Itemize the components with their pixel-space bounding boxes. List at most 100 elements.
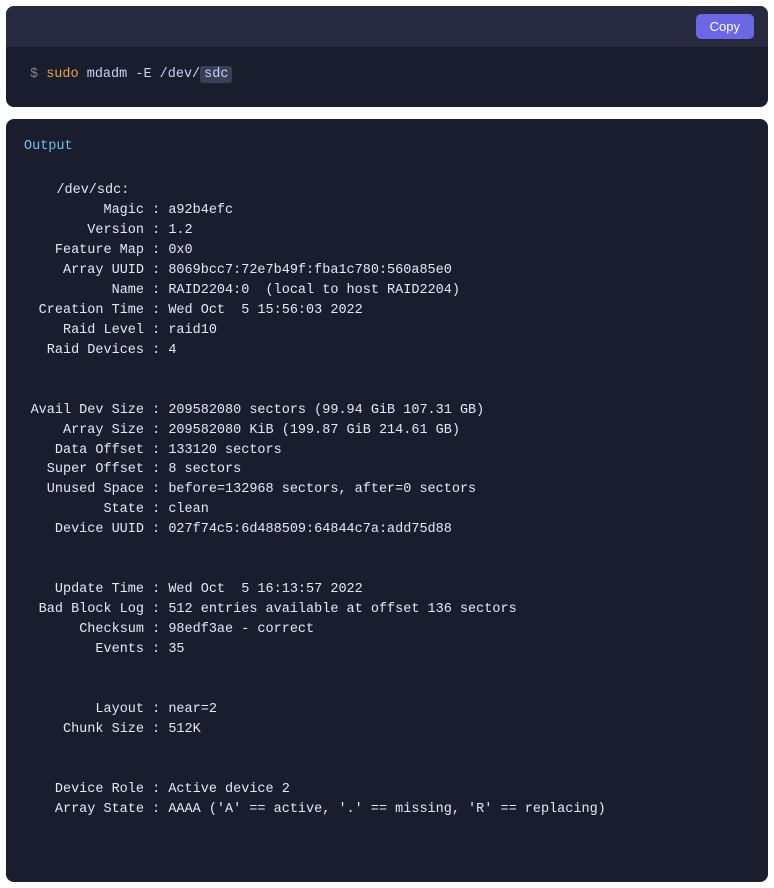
output-line: Events : 35 — [24, 640, 750, 660]
output-value: 133120 sectors — [168, 443, 281, 458]
command-flag: -E — [135, 67, 151, 82]
output-value: 512K — [168, 722, 200, 737]
output-group-1: Magic : a92b4efcVersion : 1.2Feature Map… — [24, 201, 750, 361]
output-key: Creation Time — [24, 301, 144, 321]
output-line: Creation Time : Wed Oct 5 15:56:03 2022 — [24, 301, 750, 321]
output-sep: : — [144, 802, 168, 817]
output-value: 209582080 KiB (199.87 GiB 214.61 GB) — [168, 423, 460, 438]
output-value: a92b4efc — [168, 203, 233, 218]
output-line: Name : RAID2204:0 (local to host RAID220… — [24, 281, 750, 301]
output-key: Device UUID — [24, 520, 144, 540]
output-sep: : — [144, 263, 168, 278]
output-value: 209582080 sectors (99.94 GiB 107.31 GB) — [168, 403, 484, 418]
output-value: 027f74c5:6d488509:64844c7a:add75d88 — [168, 522, 452, 537]
command-sudo: sudo — [46, 67, 78, 82]
output-key: Unused Space — [24, 480, 144, 500]
output-key: Version — [24, 221, 144, 241]
output-sep: : — [144, 283, 168, 298]
output-key: Magic — [24, 201, 144, 221]
output-line: Checksum : 98edf3ae - correct — [24, 620, 750, 640]
output-key: Bad Block Log — [24, 600, 144, 620]
output-group-4: Layout : near=2Chunk Size : 512K — [24, 700, 750, 740]
output-value: 35 — [168, 642, 184, 657]
output-sep: : — [144, 203, 168, 218]
output-value: Active device 2 — [168, 782, 290, 797]
output-key: Events — [24, 640, 144, 660]
output-line: Bad Block Log : 512 entries available at… — [24, 600, 750, 620]
output-value: before=132968 sectors, after=0 sectors — [168, 482, 476, 497]
output-sep: : — [144, 502, 168, 517]
output-value: AAAA ('A' == active, '.' == missing, 'R'… — [168, 802, 605, 817]
copy-button[interactable]: Copy — [696, 14, 754, 39]
output-sep: : — [144, 582, 168, 597]
output-line: Avail Dev Size : 209582080 sectors (99.9… — [24, 401, 750, 421]
output-sep: : — [144, 622, 168, 637]
output-sep: : — [144, 323, 168, 338]
output-sep: : — [144, 782, 168, 797]
output-key: Array Size — [24, 421, 144, 441]
output-content: /dev/sdc: Magic : a92b4efcVersion : 1.2F… — [24, 161, 750, 860]
output-key: Array State — [24, 800, 144, 820]
output-value: RAID2204:0 (local to host RAID2204) — [168, 283, 460, 298]
output-line: Chunk Size : 512K — [24, 720, 750, 740]
output-sep: : — [144, 423, 168, 438]
output-sep: : — [144, 602, 168, 617]
output-value: 1.2 — [168, 223, 192, 238]
command-highlight: sdc — [200, 66, 232, 83]
output-line: Array Size : 209582080 KiB (199.87 GiB 2… — [24, 421, 750, 441]
output-sep: : — [144, 443, 168, 458]
output-key: Feature Map — [24, 241, 144, 261]
output-label: Output — [24, 137, 750, 157]
command-name: mdadm — [87, 67, 128, 82]
output-value: 0x0 — [168, 243, 192, 258]
output-line: Update Time : Wed Oct 5 16:13:57 2022 — [24, 580, 750, 600]
output-sep: : — [144, 722, 168, 737]
output-group-3: Update Time : Wed Oct 5 16:13:57 2022Bad… — [24, 580, 750, 660]
output-device-header: /dev/sdc: — [56, 183, 129, 198]
output-key: State — [24, 500, 144, 520]
output-key: Avail Dev Size — [24, 401, 144, 421]
output-sep: : — [144, 403, 168, 418]
output-key: Checksum — [24, 620, 144, 640]
output-sep: : — [144, 522, 168, 537]
output-line: Raid Level : raid10 — [24, 321, 750, 341]
output-value: 4 — [168, 343, 176, 358]
output-sep: : — [144, 462, 168, 477]
output-line: Super Offset : 8 sectors — [24, 460, 750, 480]
output-group-2: Avail Dev Size : 209582080 sectors (99.9… — [24, 401, 750, 541]
output-key: Super Offset — [24, 460, 144, 480]
output-group-5: Device Role : Active device 2 Array State… — [24, 780, 750, 820]
output-key: Update Time — [24, 580, 144, 600]
output-sep: : — [144, 223, 168, 238]
output-value: Wed Oct 5 15:56:03 2022 — [168, 303, 362, 318]
output-sep: : — [144, 482, 168, 497]
output-key: Device Role — [24, 780, 144, 800]
output-line: Feature Map : 0x0 — [24, 241, 750, 261]
command-space2 — [152, 67, 160, 82]
shell-prompt: $ — [30, 67, 46, 82]
output-line: State : clean — [24, 500, 750, 520]
output-key: Layout — [24, 700, 144, 720]
output-line: Array State : AAAA ('A' == active, '.' =… — [24, 800, 750, 820]
output-key: Name — [24, 281, 144, 301]
output-value: 8 sectors — [168, 462, 241, 477]
output-key: Raid Devices — [24, 341, 144, 361]
output-key: Raid Level — [24, 321, 144, 341]
output-value: 98edf3ae - correct — [168, 622, 314, 637]
output-value: clean — [168, 502, 209, 517]
output-sep: : — [144, 243, 168, 258]
output-sep: : — [144, 303, 168, 318]
command-path: /dev/ — [160, 67, 201, 82]
output-line: Raid Devices : 4 — [24, 341, 750, 361]
output-value: 512 entries available at offset 136 sect… — [168, 602, 516, 617]
output-line: Layout : near=2 — [24, 700, 750, 720]
output-value: 8069bcc7:72e7b49f:fba1c780:560a85e0 — [168, 263, 452, 278]
output-value: raid10 — [168, 323, 217, 338]
output-line: Array UUID : 8069bcc7:72e7b49f:fba1c780:… — [24, 261, 750, 281]
output-key: Array UUID — [24, 261, 144, 281]
output-block: Output /dev/sdc: Magic : a92b4efc Version… — [6, 119, 768, 882]
output-line: Unused Space : before=132968 sectors, af… — [24, 480, 750, 500]
output-sep: : — [144, 642, 168, 657]
output-line: Version : 1.2 — [24, 221, 750, 241]
output-value: near=2 — [168, 702, 217, 717]
